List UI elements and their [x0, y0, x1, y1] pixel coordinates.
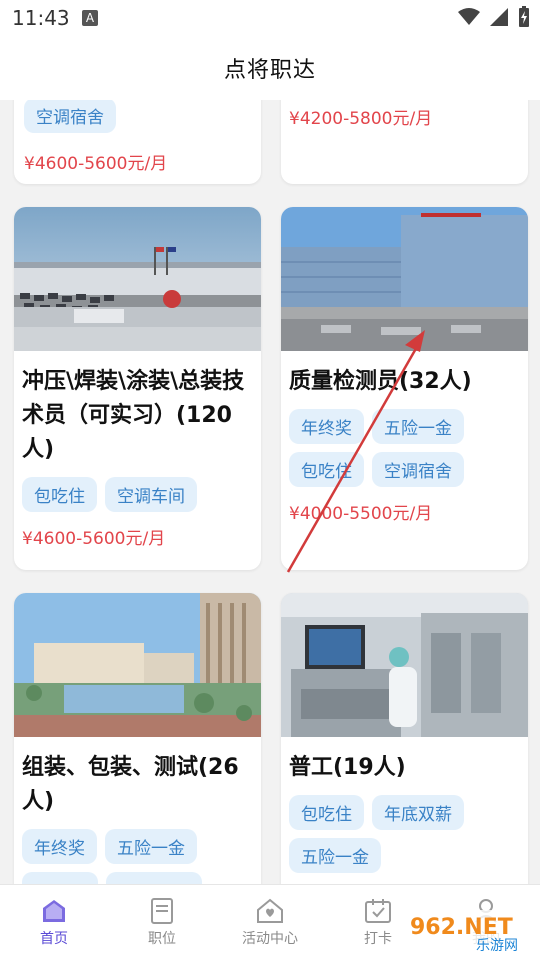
job-tag: 五险一金 [289, 838, 381, 873]
job-tags: 年终奖 五险一金 [22, 829, 253, 884]
site-watermark: 962.NET 乐游网 [398, 906, 534, 956]
notification-badge: A [82, 10, 98, 26]
job-title: 普工(19人) [289, 755, 406, 780]
job-tag-placeholder [106, 872, 202, 884]
nav-label: 活动中心 [242, 930, 298, 947]
status-time: 11:43 [12, 6, 70, 30]
job-salary: ¥4000-5500元/月 [289, 504, 433, 524]
job-tag: 五险一金 [372, 409, 464, 444]
job-tag: 空调宿舍 [372, 452, 464, 487]
job-tag: 五险一金 [105, 829, 197, 864]
calendar-check-icon [365, 898, 391, 923]
page-title: 点将职达 [223, 58, 316, 83]
job-tag: 包吃住 [289, 452, 364, 487]
job-card[interactable]: ¥4200-5800元/月 [281, 100, 528, 184]
status-icons [458, 6, 530, 28]
job-tag: 空调车间 [105, 477, 197, 512]
watermark-text: 962.NET [410, 915, 513, 940]
signal-icon [490, 8, 508, 26]
job-title: 质量检测员(32人) [289, 369, 472, 394]
status-bar: 11:43 A [0, 0, 540, 36]
job-image [281, 593, 528, 737]
job-title: 冲压\焊装\涂装\总装技术员（可实习）(120人) [22, 369, 245, 462]
job-tags: 年终奖 五险一金 包吃住 空调宿舍 [289, 409, 520, 487]
job-tag: 包吃住 [22, 477, 97, 512]
job-salary: ¥4600-5600元/月 [22, 529, 166, 549]
job-card[interactable]: 普工(19人) 包吃住 年底双薪 五险一金 [281, 593, 528, 884]
nav-jobs[interactable]: 职位 [108, 885, 216, 960]
document-icon [151, 897, 173, 924]
job-salary: ¥4200-5800元/月 [289, 109, 433, 129]
job-tags: 包吃住 年底双薪 五险一金 [289, 795, 520, 873]
wifi-icon [458, 8, 480, 25]
job-tag: 年终奖 [22, 829, 97, 864]
job-title: 组装、包装、测试(26人) [22, 755, 239, 814]
job-tags: 包吃住 空调车间 [22, 477, 253, 512]
nav-label: 首页 [40, 930, 68, 947]
job-card[interactable]: 空调宿舍 ¥4600-5600元/月 [14, 100, 261, 184]
job-tag: 空调宿舍 [24, 100, 116, 133]
battery-icon [519, 6, 529, 27]
job-tag: 包吃住 [289, 795, 364, 830]
job-image [14, 593, 261, 737]
job-salary: ¥4600-5600元/月 [24, 154, 168, 174]
app-header: 点将职达 [0, 36, 540, 100]
watermark-subtext: 乐游网 [476, 938, 518, 954]
job-image [14, 207, 261, 351]
job-card[interactable]: 质量检测员(32人) 年终奖 五险一金 包吃住 空调宿舍 ¥4000-5500元… [281, 207, 528, 570]
job-card[interactable]: 组装、包装、测试(26人) 年终奖 五险一金 [14, 593, 261, 884]
nav-label: 职位 [148, 930, 176, 947]
job-image [281, 207, 528, 351]
job-tag-placeholder [22, 872, 98, 884]
nav-home[interactable]: 首页 [0, 885, 108, 960]
job-card[interactable]: 冲压\焊装\涂装\总装技术员（可实习）(120人) 包吃住 空调车间 ¥4600… [14, 207, 261, 570]
home-icon [43, 899, 65, 922]
job-feed[interactable]: 空调宿舍 ¥4600-5600元/月 ¥4200-5800元/月 冲压\焊装\涂… [0, 100, 540, 884]
activity-home-icon [257, 898, 283, 923]
job-tag: 年底双薪 [372, 795, 464, 830]
nav-label: 打卡 [364, 930, 392, 947]
nav-activity[interactable]: 活动中心 [216, 885, 324, 960]
job-tags: 空调宿舍 [24, 100, 251, 133]
job-tag: 年终奖 [289, 409, 364, 444]
